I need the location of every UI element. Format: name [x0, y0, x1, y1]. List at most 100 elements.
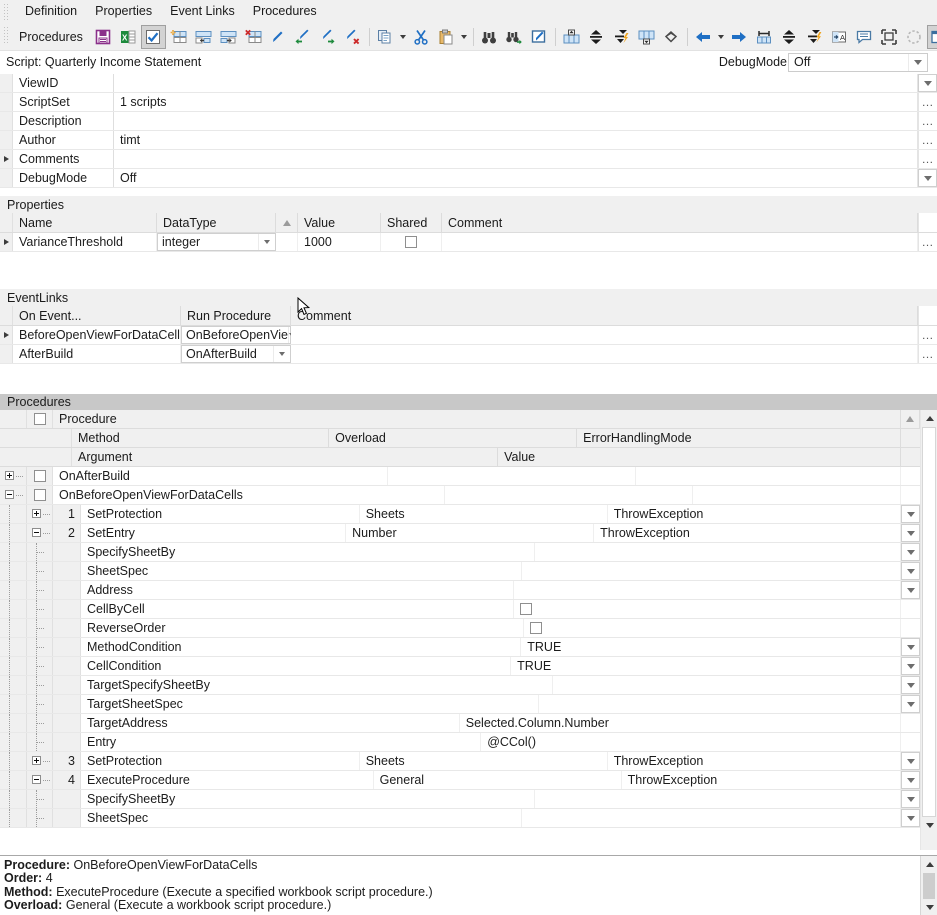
chevron-down-icon[interactable] [901, 505, 921, 523]
edit-pen-icon[interactable] [266, 25, 291, 49]
paste-icon[interactable] [434, 25, 459, 49]
chevron-down-icon[interactable] [901, 809, 921, 827]
col-header-shared[interactable]: Shared [381, 213, 442, 232]
property-datatype-cell[interactable]: integer [157, 233, 276, 251]
col-header-datatype[interactable]: DataType [157, 213, 276, 232]
error-handling-mode-cell[interactable]: ThrowException [608, 505, 902, 523]
back-chevron-down-icon[interactable] [716, 25, 727, 49]
chevron-down-icon[interactable] [273, 346, 290, 362]
datatype-select[interactable]: integer [157, 233, 276, 251]
copy-icon[interactable] [373, 25, 398, 49]
definition-field-value[interactable] [114, 74, 918, 92]
measure-icon[interactable] [752, 25, 777, 49]
table-row[interactable]: AfterBuild OnAfterBuild … [0, 345, 937, 364]
col-header-argument[interactable]: Argument [72, 448, 499, 466]
menu-item-properties[interactable]: Properties [86, 1, 161, 22]
menu-item-procedures[interactable]: Procedures [244, 1, 326, 22]
procedure-checkbox[interactable] [33, 489, 46, 501]
row-ellipsis-button[interactable]: … [918, 112, 937, 130]
row-ellipsis-button[interactable]: … [918, 326, 937, 344]
insert-row-icon[interactable] [166, 25, 191, 49]
col-header-value[interactable]: Value [498, 448, 901, 466]
collapse-fast-icon[interactable] [802, 25, 827, 49]
definition-field-value[interactable]: timt [114, 131, 918, 149]
overload-cell[interactable] [388, 467, 637, 485]
argument-value-checkbox[interactable] [519, 603, 532, 615]
definition-row[interactable]: Author timt… [0, 131, 937, 150]
definition-row[interactable]: DebugMode Off [0, 169, 937, 188]
pen-next-icon[interactable] [316, 25, 341, 49]
argument-value-cell[interactable]: TRUE [521, 638, 902, 656]
argument-row[interactable]: SheetSpec [0, 562, 921, 581]
error-handling-mode-cell[interactable]: ThrowException [622, 771, 901, 789]
chevron-down-icon[interactable] [901, 562, 921, 580]
procedure-checkbox[interactable] [33, 470, 46, 482]
property-value-cell[interactable]: 1000 [298, 233, 381, 251]
col-header-value[interactable]: Value [298, 213, 381, 232]
argument-name-cell[interactable]: TargetSpecifySheetBy [81, 676, 553, 694]
procedure-name-cell[interactable]: OnBeforeOpenViewForDataCells [53, 486, 445, 504]
argument-row[interactable]: CellCondition TRUE [0, 657, 921, 676]
select-frame-icon[interactable] [877, 25, 902, 49]
info-scroll-up-button[interactable] [921, 856, 937, 873]
argument-name-cell[interactable]: ReverseOrder [81, 619, 525, 637]
collapse-icon[interactable] [777, 25, 802, 49]
forward-icon[interactable] [727, 25, 752, 49]
row-ellipsis-button[interactable]: … [918, 233, 937, 251]
back-icon[interactable] [691, 25, 716, 49]
col-header-run-procedure[interactable]: Run Procedure [181, 306, 291, 325]
method-row[interactable]: 4 ExecuteProcedure General ThrowException [0, 771, 920, 790]
scroll-down-button[interactable] [921, 817, 937, 834]
method-row[interactable]: 2 SetEntry Number ThrowException [0, 524, 920, 543]
event-comment-cell[interactable] [291, 326, 918, 344]
edit-note-icon[interactable] [527, 25, 552, 49]
run-procedure-select[interactable]: OnBeforeOpenVie [181, 326, 291, 344]
method-name-cell[interactable]: SetProtection [81, 752, 360, 770]
chevron-down-icon[interactable] [901, 638, 921, 656]
argument-row[interactable]: SpecifySheetBy [0, 543, 920, 562]
expand-icon[interactable] [32, 756, 41, 765]
chevron-down-icon[interactable] [908, 53, 927, 71]
definition-row[interactable]: Comments… [0, 150, 937, 169]
argument-row[interactable]: CellByCell [0, 600, 920, 619]
table-row[interactable]: BeforeOpenViewForDataCells OnBeforeOpenV… [0, 326, 937, 345]
definition-field-value[interactable] [114, 112, 918, 130]
method-row[interactable]: 1 SetProtection Sheets ThrowException [0, 505, 921, 524]
chevron-down-icon[interactable] [918, 74, 937, 92]
error-handling-mode-cell[interactable]: ThrowException [608, 752, 902, 770]
property-comment-cell[interactable] [442, 233, 918, 251]
row-ellipsis-button[interactable]: … [918, 131, 937, 149]
pen-prev-icon[interactable] [291, 25, 316, 49]
cut-icon[interactable] [409, 25, 434, 49]
col-header-overload[interactable]: Overload [329, 429, 578, 447]
argument-value-cell[interactable] [535, 543, 901, 561]
copy-chevron-down-icon[interactable] [398, 25, 409, 49]
chevron-down-icon[interactable] [901, 790, 920, 808]
event-comment-cell[interactable] [291, 345, 918, 363]
row-ellipsis-button[interactable]: … [918, 93, 937, 111]
row-ellipsis-button[interactable]: … [918, 150, 937, 168]
property-shared-checkbox[interactable] [381, 233, 442, 251]
overload-cell[interactable]: Number [346, 524, 595, 542]
procedure-name-cell[interactable]: OnAfterBuild [53, 467, 389, 485]
argument-row[interactable]: Address [0, 581, 921, 600]
overload-cell[interactable]: Sheets [360, 505, 608, 523]
argument-value-cell[interactable]: TRUE [511, 657, 902, 675]
property-name-cell[interactable]: VarianceThreshold [13, 233, 157, 251]
error-handling-mode-cell[interactable]: ThrowException [594, 524, 901, 542]
chevron-down-icon[interactable] [901, 771, 920, 789]
chevron-down-icon[interactable] [901, 676, 920, 694]
run-procedure-cell[interactable]: OnBeforeOpenVie [181, 326, 291, 344]
definition-row[interactable]: ScriptSet 1 scripts… [0, 93, 937, 112]
argument-name-cell[interactable]: Address [81, 581, 514, 599]
scrollbar-thumb[interactable] [922, 427, 936, 817]
collapse-icon[interactable] [32, 528, 41, 537]
save-icon[interactable] [91, 25, 116, 49]
argument-row[interactable]: Entry @CCol() [0, 733, 920, 752]
argument-name-cell[interactable]: TargetSheetSpec [81, 695, 539, 713]
help-window-icon[interactable]: ? [926, 24, 937, 49]
argument-value-cell[interactable] [522, 562, 902, 580]
method-name-cell[interactable]: SetProtection [81, 505, 360, 523]
argument-name-cell[interactable]: SheetSpec [81, 562, 522, 580]
circle-dashed-icon[interactable] [902, 25, 927, 49]
